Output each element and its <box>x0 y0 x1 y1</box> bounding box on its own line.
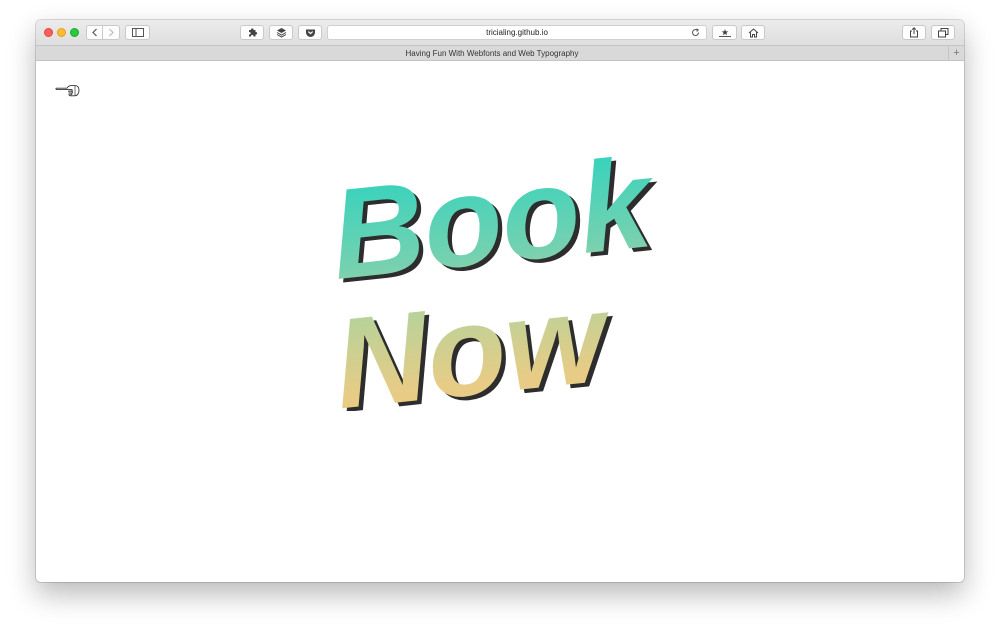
active-tab[interactable]: Having Fun With Webfonts and Web Typogra… <box>36 46 948 60</box>
pocket-icon <box>305 29 315 37</box>
tab-bar: Having Fun With Webfonts and Web Typogra… <box>36 45 964 61</box>
star-icon <box>718 29 731 37</box>
extension-button[interactable] <box>240 25 264 40</box>
sidebar-button[interactable] <box>125 25 150 40</box>
new-tab-button[interactable]: + <box>948 46 964 60</box>
pointing-hand-icon[interactable] <box>55 83 81 104</box>
tabs-icon <box>937 27 948 37</box>
show-tabs-button[interactable] <box>931 25 955 40</box>
home-icon <box>748 27 758 37</box>
home-button[interactable] <box>741 25 765 40</box>
share-button[interactable] <box>902 25 926 40</box>
book-now-headline: Book Book Now Now <box>300 121 700 411</box>
layers-icon <box>276 28 286 38</box>
plus-icon: + <box>953 46 960 59</box>
forward-button[interactable] <box>103 25 120 40</box>
url-text: tricialing.github.io <box>486 28 548 37</box>
browser-toolbar: tricialing.github.io <box>36 20 964 45</box>
address-bar[interactable]: tricialing.github.io <box>327 25 707 40</box>
tab-title: Having Fun With Webfonts and Web Typogra… <box>405 48 579 58</box>
close-window-button[interactable] <box>44 28 53 37</box>
minimize-window-button[interactable] <box>57 28 66 37</box>
maximize-window-button[interactable] <box>70 28 79 37</box>
chevron-right-icon <box>109 28 114 37</box>
browser-window: tricialing.github.io Having Fun With Web… <box>36 20 964 582</box>
reload-icon[interactable] <box>691 28 700 37</box>
share-icon <box>910 27 918 38</box>
bookmark-button[interactable] <box>712 25 737 40</box>
page-content: Book Book Now Now <box>36 61 964 582</box>
back-button[interactable] <box>86 25 103 40</box>
pocket-button[interactable] <box>298 25 322 40</box>
layers-button[interactable] <box>269 25 293 40</box>
puzzle-icon <box>248 28 257 37</box>
sidebar-icon <box>131 28 144 37</box>
chevron-left-icon <box>91 28 97 37</box>
